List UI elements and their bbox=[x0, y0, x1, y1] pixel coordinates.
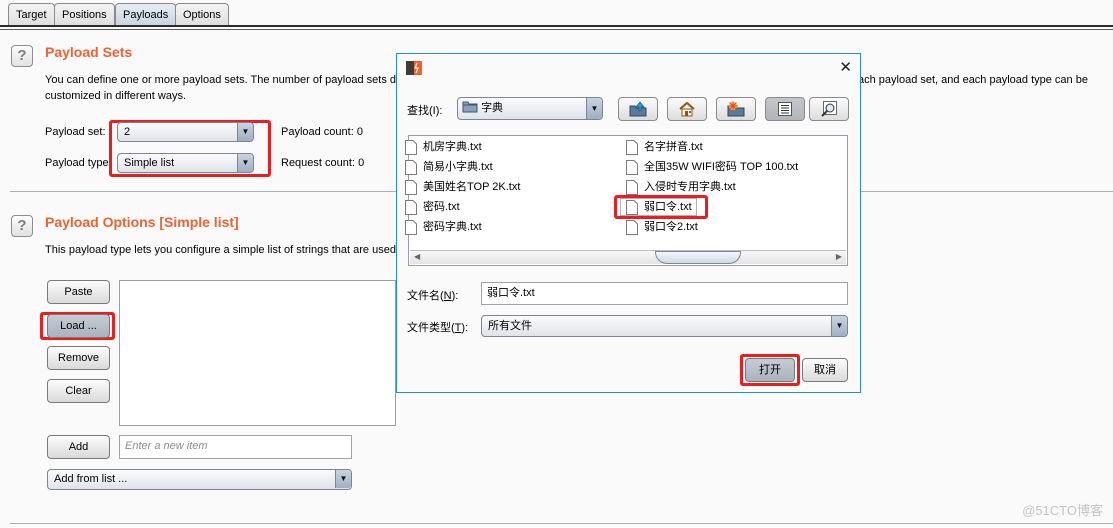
payload-list[interactable] bbox=[119, 280, 396, 426]
file-icon bbox=[405, 219, 417, 235]
open-button[interactable]: 打开 bbox=[745, 358, 795, 382]
filetype-label: 文件类型(T): bbox=[407, 322, 469, 334]
details-view-icon bbox=[821, 101, 837, 117]
request-count: Request count: 0 bbox=[281, 155, 364, 171]
file-item[interactable]: 机房字典.txt bbox=[405, 138, 482, 156]
list-view-icon bbox=[778, 102, 792, 116]
details-view-button[interactable] bbox=[809, 97, 849, 121]
file-icon bbox=[626, 199, 638, 215]
file-item[interactable]: 简易小字典.txt bbox=[405, 158, 493, 176]
new-folder-icon bbox=[727, 101, 745, 117]
payload-sets-description: You can define one or more payload sets.… bbox=[45, 74, 397, 86]
request-count-value: 0 bbox=[358, 157, 365, 169]
add-button[interactable]: Add bbox=[47, 435, 110, 459]
payload-type-select[interactable]: Simple list ▼ bbox=[117, 153, 254, 173]
new-folder-button[interactable] bbox=[716, 97, 756, 121]
filetype-value: 所有文件 bbox=[488, 320, 532, 332]
filename-value: 弱口令.txt bbox=[487, 287, 535, 299]
remove-button[interactable]: Remove bbox=[47, 346, 110, 370]
payload-sets-description-right: ach payload set, and each payload type c… bbox=[858, 74, 1088, 86]
payload-set-select[interactable]: 2 ▼ bbox=[117, 122, 254, 142]
payload-sets-description-line2: customized in different ways. bbox=[45, 90, 187, 102]
payload-count: Payload count: 0 bbox=[281, 124, 363, 140]
payload-type-label: Payload type bbox=[45, 157, 109, 169]
tab-payloads[interactable]: Payloads bbox=[115, 3, 177, 27]
list-view-button[interactable] bbox=[765, 97, 805, 121]
chevron-down-icon: ▼ bbox=[237, 123, 253, 141]
new-item-placeholder: Enter a new item bbox=[125, 440, 208, 452]
request-count-label: Request count: bbox=[281, 157, 355, 169]
payload-options-description: This payload type lets you configure a s… bbox=[45, 244, 396, 256]
payload-count-label: Payload count: bbox=[281, 126, 354, 138]
add-from-list-select[interactable]: Add from list ... ▼ bbox=[47, 469, 352, 490]
chevron-down-icon: ▼ bbox=[335, 470, 351, 488]
file-item[interactable]: 密码字典.txt bbox=[405, 218, 482, 236]
scroll-left-icon[interactable]: ◀ bbox=[414, 252, 420, 261]
file-item[interactable]: 弱口令2.txt bbox=[626, 218, 698, 236]
look-in-select[interactable]: 字典 ▼ bbox=[457, 97, 603, 120]
file-icon bbox=[405, 179, 417, 195]
horizontal-scrollbar[interactable]: ◀ ▶ bbox=[410, 250, 846, 264]
file-icon bbox=[626, 159, 638, 175]
file-item[interactable]: 密码.txt bbox=[405, 198, 460, 216]
load-button[interactable]: Load ... bbox=[47, 314, 110, 338]
tab-positions[interactable]: Positions bbox=[54, 3, 115, 27]
file-item-selected[interactable]: 弱口令.txt bbox=[620, 198, 697, 216]
payload-type-value: Simple list bbox=[124, 157, 175, 169]
add-from-list-value: Add from list ... bbox=[54, 473, 128, 485]
file-open-dialog: ✕ 查找(I): 字典 ▼ 机房字典.txt 简易小字典.txt 美国姓名TOP… bbox=[396, 53, 861, 393]
paste-button[interactable]: Paste bbox=[47, 280, 110, 304]
section-divider-bottom bbox=[10, 523, 1113, 524]
file-icon bbox=[405, 199, 417, 215]
filename-input[interactable]: 弱口令.txt bbox=[481, 282, 848, 305]
file-item[interactable]: 全国35W WIFI密码 TOP 100.txt bbox=[626, 158, 798, 176]
close-button[interactable]: ✕ bbox=[839, 58, 852, 76]
tab-options[interactable]: Options bbox=[175, 3, 229, 27]
payload-options-title: Payload Options [Simple list] bbox=[45, 214, 239, 230]
payload-sets-title: Payload Sets bbox=[45, 44, 133, 60]
chevron-down-icon: ▼ bbox=[237, 154, 253, 172]
burp-logo-icon bbox=[406, 61, 422, 75]
chevron-down-icon: ▼ bbox=[586, 98, 602, 119]
payload-set-label: Payload set: bbox=[45, 126, 106, 138]
home-button[interactable] bbox=[667, 97, 707, 121]
cancel-button[interactable]: 取消 bbox=[802, 358, 848, 382]
tab-divider-lower bbox=[0, 29, 1113, 30]
help-icon[interactable]: ? bbox=[11, 215, 33, 237]
file-icon bbox=[405, 159, 417, 175]
filename-label: 文件名(N): bbox=[407, 290, 459, 302]
file-item[interactable]: 名字拼音.txt bbox=[626, 138, 703, 156]
filetype-select[interactable]: 所有文件 ▼ bbox=[481, 315, 848, 337]
tab-target[interactable]: Target bbox=[8, 3, 55, 27]
look-in-label: 查找(I): bbox=[407, 105, 443, 117]
scroll-right-icon[interactable]: ▶ bbox=[836, 252, 842, 261]
file-item[interactable]: 美国姓名TOP 2K.txt bbox=[405, 178, 520, 196]
file-icon bbox=[626, 139, 638, 155]
payload-count-value: 0 bbox=[356, 126, 363, 138]
folder-icon bbox=[462, 101, 478, 113]
tab-divider bbox=[0, 25, 1113, 27]
payload-set-value: 2 bbox=[124, 126, 131, 138]
new-item-input[interactable]: Enter a new item bbox=[119, 435, 352, 459]
watermark: @51CTO博客 bbox=[1022, 503, 1103, 518]
up-folder-icon bbox=[629, 101, 647, 117]
file-icon bbox=[626, 219, 638, 235]
clear-button[interactable]: Clear bbox=[47, 379, 110, 403]
file-icon bbox=[626, 179, 638, 195]
help-icon[interactable]: ? bbox=[11, 45, 33, 67]
file-item[interactable]: 入侵时专用字典.txt bbox=[626, 178, 736, 196]
chevron-down-icon: ▼ bbox=[831, 316, 847, 336]
scrollbar-thumb[interactable] bbox=[655, 251, 741, 264]
look-in-value: 字典 bbox=[481, 102, 504, 114]
file-list[interactable]: 机房字典.txt 简易小字典.txt 美国姓名TOP 2K.txt 密码.txt… bbox=[405, 135, 848, 266]
up-folder-button[interactable] bbox=[618, 97, 658, 121]
home-icon bbox=[679, 101, 695, 117]
file-icon bbox=[405, 139, 417, 155]
